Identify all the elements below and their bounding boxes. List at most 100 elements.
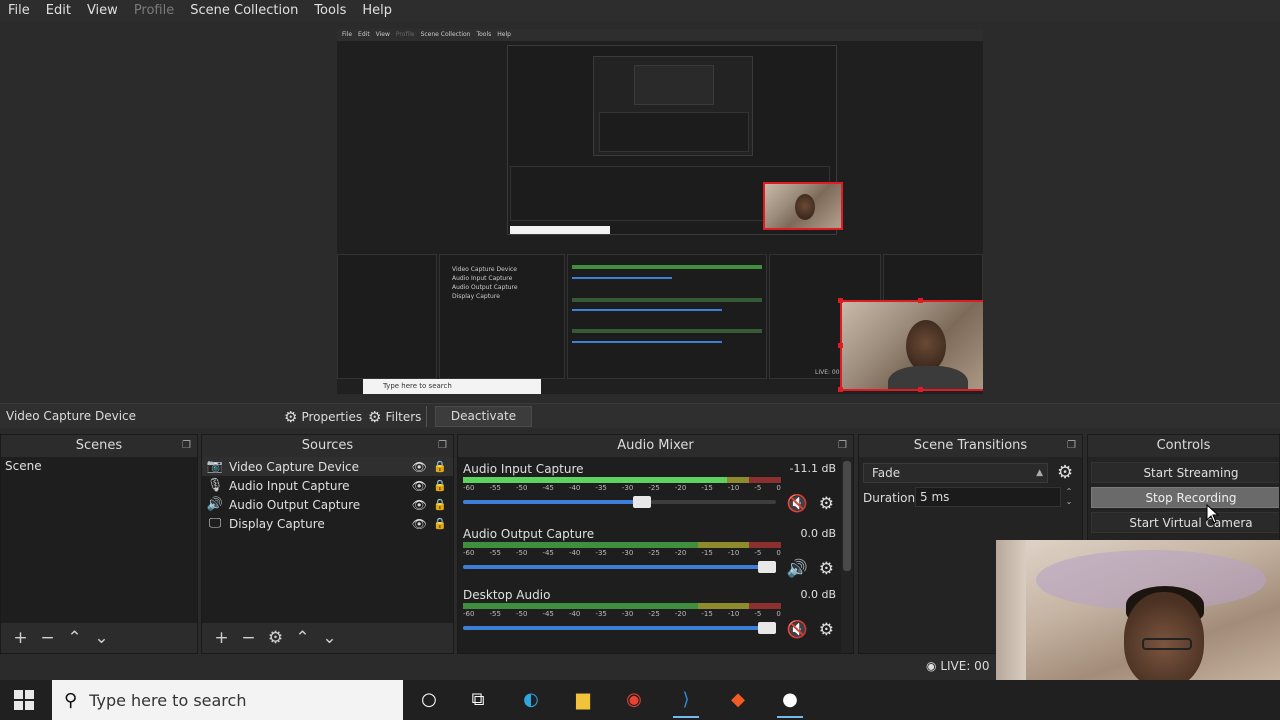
properties-button[interactable]: ⚙ Properties [278,406,368,427]
menu-view[interactable]: View [79,0,126,22]
menu-edit[interactable]: Edit [38,0,79,22]
volume-slider[interactable] [463,622,776,634]
chevron-up-icon[interactable]: ⌃ [289,628,316,648]
gear-icon[interactable]: ⚙ [1057,462,1073,483]
meter-ticks: -60 -55 -50 -45 -40 -35 -30 -25 -20 -15 -10 -5 0 [463,549,781,559]
resize-handle-tm[interactable] [918,298,923,303]
meter-tick-label: -10 [727,610,740,618]
undock-icon[interactable]: ❐ [1067,435,1076,457]
menu-help[interactable]: Help [354,0,400,22]
gear-icon[interactable]: ⚙ [819,494,834,514]
meter-level [463,477,727,483]
nested-preview-level3 [593,56,753,156]
duration-stepper[interactable]: ⌃ ⌄ [1063,487,1075,507]
volume-slider[interactable] [463,561,776,573]
nested-sources-dock: Video Capture Device Audio Input Capture… [439,254,565,379]
gear-icon[interactable]: ⚙ [819,620,834,640]
meter-tick-label: -40 [568,610,581,618]
windows-start-icon[interactable] [14,690,34,710]
gear-icon[interactable]: ⚙ [262,628,289,648]
resize-handle-tl[interactable] [838,298,843,303]
obs-icon[interactable]: ● [777,688,803,718]
meter-tick-label: -50 [515,484,528,492]
menu-tools[interactable]: Tools [306,0,354,22]
filters-button[interactable]: ⚙ Filters [362,406,427,427]
source-label: Display Capture [229,516,325,531]
lock-icon[interactable]: 🔒 [433,517,447,530]
resize-handle-ml[interactable] [838,343,843,348]
eye-icon[interactable]: 👁 [412,460,427,474]
taskbar-search[interactable]: ⚲ Type here to search [52,680,403,720]
add-icon[interactable]: + [7,628,34,648]
meter-tick-label: -5 [754,549,762,557]
nested-menu-help: Help [497,31,511,38]
edge-icon[interactable]: ◐ [518,688,544,712]
add-icon[interactable]: + [208,628,235,648]
mixer-scrollbar[interactable] [841,457,853,653]
meter-tick-label: -45 [542,610,554,618]
nested-source-4: Display Capture [452,293,500,300]
start-streaming-button[interactable]: Start Streaming [1091,462,1279,483]
duration-input[interactable]: 5 ms [915,487,1061,507]
taskbar-search-text: Type here to search [89,690,247,710]
vscode-icon[interactable]: ⟩ [673,688,699,718]
meter-tick-label: -45 [542,549,554,557]
meter-tick-label: -15 [701,610,713,618]
transition-value: Fade [872,466,901,480]
preview-canvas[interactable]: File Edit View Profile Scene Collection … [337,29,983,394]
meter-tick-label: -40 [568,549,581,557]
resize-handle-bl[interactable] [838,387,843,392]
remove-icon[interactable]: − [34,628,61,648]
meter-tick-label: -60 [463,549,475,557]
chrome-icon[interactable]: ◉ [621,688,647,712]
nested-mixer-dock [567,254,767,379]
transitions-title: Scene Transitions ❐ [859,435,1082,457]
undock-icon[interactable]: ❐ [438,435,447,457]
nested-webcam-level2 [763,182,843,230]
nested-menu-file: File [342,31,353,38]
chevron-down-icon[interactable]: ⌄ [316,628,343,648]
source-toolbar: Video Capture Device ⚙ Properties ⚙ Filt… [0,403,1280,428]
undock-icon[interactable]: ❐ [182,435,191,457]
speaker-icon: 🔊 [206,497,224,512]
nested-menu-scene-collection: Scene Collection [420,31,471,38]
gear-icon[interactable]: ⚙ [819,559,834,579]
eye-icon[interactable]: 👁 [412,479,427,493]
transition-select[interactable]: Fade ▲▼ [863,463,1048,496]
source-row[interactable]: 📷 Video Capture Device 👁 🔒 [202,457,453,476]
undock-icon[interactable]: ❐ [838,435,847,457]
filter-icon: ⚙ [368,407,382,426]
windows-taskbar: ⚲ Type here to search ○ ⧉ ◐ ▆ ◉ ⟩ ◆ ● [0,680,1280,720]
meter-tick-label: -50 [515,549,528,557]
file-explorer-icon[interactable]: ▆ [570,688,596,712]
stop-recording-button[interactable]: Stop Recording [1091,487,1279,508]
remove-icon[interactable]: − [235,628,262,648]
eye-icon[interactable]: 👁 [412,517,427,531]
menu-file[interactable]: File [0,0,38,22]
menu-scene-collection[interactable]: Scene Collection [182,0,306,22]
eye-icon[interactable]: 👁 [412,498,427,512]
chevron-down-icon[interactable]: ⌄ [88,628,115,648]
volume-slider[interactable] [463,496,776,508]
cortana-icon[interactable]: ○ [416,688,442,712]
source-label: Video Capture Device [229,459,360,474]
lock-icon[interactable]: 🔒 [433,498,447,511]
start-virtual-camera-button[interactable]: Start Virtual Camera [1091,512,1279,533]
source-row[interactable]: 🔊 Audio Output Capture 👁 🔒 [202,495,453,514]
task-view-icon[interactable]: ⧉ [465,688,491,712]
resize-handle-bm[interactable] [918,387,923,392]
chevron-up-icon[interactable]: ⌃ [61,628,88,648]
scene-item[interactable]: Scene [1,457,197,476]
source-row[interactable]: 🎙 Audio Input Capture 👁 🔒 [202,476,453,495]
brave-icon[interactable]: ◆ [725,688,751,712]
deactivate-button[interactable]: Deactivate [435,406,532,427]
webcam-source-preview[interactable] [840,300,983,391]
lock-icon[interactable]: 🔒 [433,460,447,473]
muted-speaker-icon[interactable]: 🔇 [787,620,808,640]
lock-icon[interactable]: 🔒 [433,479,447,492]
muted-speaker-icon[interactable]: 🔇 [787,494,808,514]
source-row[interactable]: 🖵 Display Capture 👁 🔒 [202,514,453,533]
menu-profile[interactable]: Profile [126,0,182,22]
speaker-icon[interactable]: 🔊 [787,559,808,579]
filters-label: Filters [385,409,422,424]
